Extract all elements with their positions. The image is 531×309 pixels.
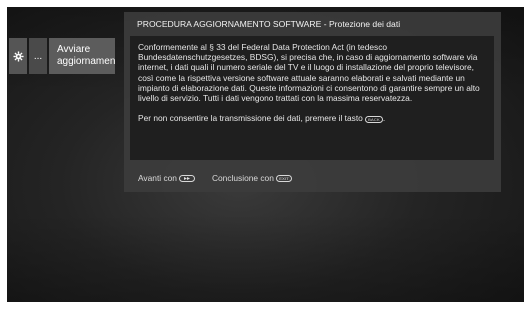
dialog-title: PROCEDURA AGGIORNAMENTO SOFTWARE - Prote…: [137, 19, 401, 29]
start-update-tile[interactable]: Avviare aggiornamen: [49, 38, 115, 74]
more-tile[interactable]: ...: [29, 38, 47, 74]
more-label: ...: [33, 50, 43, 62]
start-update-label-line2: aggiornamen: [57, 56, 115, 67]
fast-forward-icon: [184, 177, 191, 181]
tv-screen: ... Avviare aggiornamen PROCEDURA AGGIOR…: [7, 7, 524, 302]
menu-bar: ... Avviare aggiornamen: [9, 38, 115, 76]
fast-forward-key-icon[interactable]: [179, 175, 196, 183]
exit-key-icon[interactable]: EXIT: [276, 175, 292, 183]
gear-icon: [12, 50, 24, 62]
dialog-body: Conformemente al § 33 del Federal Data P…: [130, 36, 494, 160]
back-instruction-text: Per non consentire la transmissione dei …: [138, 113, 363, 124]
dialog-back-instruction: Per non consentire la transmissione dei …: [138, 113, 486, 123]
settings-tile[interactable]: [9, 38, 27, 74]
dialog-footer: Avanti con Conclusione con EXIT: [138, 173, 292, 183]
footer-forward-text: Avanti con: [138, 173, 177, 183]
dialog-paragraph: Conformemente al § 33 del Federal Data P…: [138, 42, 480, 104]
footer-conclude-text: Conclusione con: [211, 173, 274, 183]
back-instruction-end: .: [382, 113, 386, 124]
back-key-icon: BACK: [365, 115, 383, 123]
start-update-label-line1: Avviare: [57, 44, 91, 55]
data-protection-dialog: PROCEDURA AGGIORNAMENTO SOFTWARE - Prote…: [124, 12, 501, 192]
